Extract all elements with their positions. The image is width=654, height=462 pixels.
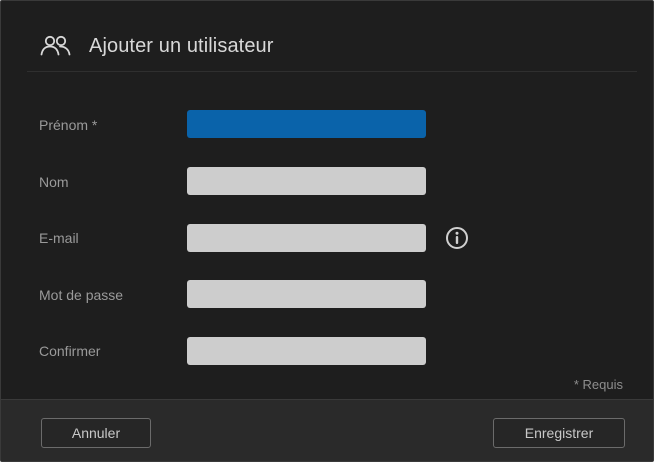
required-note: * Requis (573, 377, 623, 392)
last-name-input[interactable] (187, 167, 426, 195)
add-user-form: Prénom * Nom E-mail Mot de passe Confirm… (1, 1, 653, 401)
first-name-label: Prénom * (39, 117, 98, 133)
info-icon[interactable] (444, 225, 470, 251)
password-label: Mot de passe (39, 287, 124, 303)
first-name-input[interactable] (187, 110, 426, 138)
cancel-button[interactable]: Annuler (41, 418, 151, 448)
email-label: E-mail (39, 230, 79, 246)
dialog-footer: Annuler Enregistrer (1, 399, 653, 461)
last-name-label: Nom (39, 174, 69, 190)
confirm-password-input[interactable] (187, 337, 426, 365)
password-input[interactable] (187, 280, 426, 308)
save-button[interactable]: Enregistrer (493, 418, 625, 448)
email-input[interactable] (187, 224, 426, 252)
confirm-password-label: Confirmer (39, 343, 101, 359)
add-user-dialog: Ajouter un utilisateur Prénom * Nom E-ma… (0, 0, 654, 462)
